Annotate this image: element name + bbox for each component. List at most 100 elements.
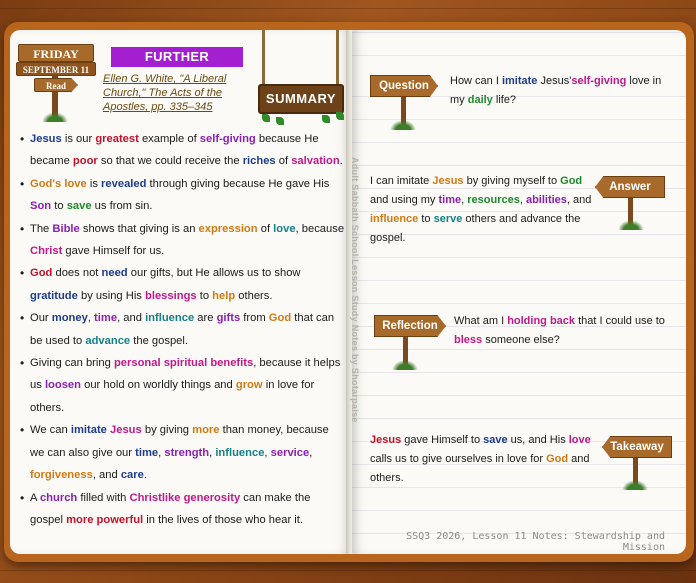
- text-segment: by giving myself to: [463, 175, 561, 187]
- text-segment: , because: [295, 222, 345, 235]
- highlighted-keyword: God's love: [30, 177, 87, 190]
- highlighted-keyword: gifts: [216, 312, 241, 325]
- highlighted-keyword: Christlike generosity: [129, 491, 241, 504]
- highlighted-keyword: need: [101, 267, 128, 280]
- day-sign: FRIDAY: [18, 44, 94, 62]
- text-segment: Giving can bring: [30, 357, 114, 370]
- answer-sign: Answer: [595, 176, 665, 198]
- highlighted-keyword: self-giving: [571, 75, 627, 87]
- highlighted-keyword: imitate: [70, 424, 107, 437]
- answer-text: I can imitate Jesus by giving myself to …: [370, 172, 592, 248]
- highlighted-keyword: help: [212, 289, 236, 302]
- text-segment: We can: [30, 424, 71, 437]
- summary-bullet: We can imitate Jesus by giving more than…: [20, 419, 346, 486]
- text-segment: life?: [492, 94, 517, 106]
- highlighted-keyword: love: [273, 222, 296, 235]
- takeaway-text: Jesus gave Himself to save us, and His l…: [370, 431, 598, 488]
- grass-decoration: [392, 360, 418, 370]
- leaf-icon: [322, 115, 330, 123]
- highlighted-keyword: church: [39, 491, 78, 504]
- highlighted-keyword: loosen: [44, 379, 81, 392]
- text-segment: is our: [61, 133, 96, 145]
- text-segment: the gospel.: [130, 334, 188, 347]
- reflection-sign: Reflection: [374, 315, 446, 337]
- text-segment: and using my: [370, 194, 439, 206]
- summary-bullet: God does not need our gifts, but He allo…: [20, 262, 346, 307]
- text-segment: , and: [92, 469, 121, 482]
- highlighted-keyword: Bible: [52, 222, 80, 235]
- date-sign: SEPTEMBER 11: [16, 62, 96, 76]
- highlighted-keyword: self-giving: [199, 133, 256, 145]
- text-segment: are: [194, 312, 217, 325]
- summary-bullet: The Bible shows that giving is an expres…: [20, 218, 346, 263]
- text-segment: .: [143, 469, 147, 482]
- question-sign: Question: [370, 75, 438, 97]
- text-segment: What am I: [454, 315, 508, 327]
- text-segment: us from sin.: [91, 200, 153, 213]
- further-thought-badge: FURTHER THOUGHT: [111, 47, 243, 84]
- lesson-footer: SSQ3 2026, Lesson 11 Notes: Stewardship …: [406, 531, 665, 553]
- summary-bullet-list: Jesus is our greatest example of self-gi…: [20, 128, 346, 531]
- highlighted-keyword: holding back: [507, 315, 576, 327]
- highlighted-keyword: Christ: [30, 245, 63, 258]
- text-segment: Jesus': [537, 75, 572, 87]
- highlighted-keyword: blessings: [145, 289, 197, 302]
- grass-decoration: [390, 120, 416, 130]
- text-segment: that I could use to: [575, 315, 665, 327]
- highlighted-keyword: Jesus: [110, 424, 142, 437]
- highlighted-keyword: Jesus: [370, 434, 402, 446]
- text-segment: A: [30, 491, 40, 504]
- highlighted-keyword: salvation: [291, 155, 340, 168]
- text-segment: How can I: [450, 75, 502, 87]
- text-segment: to: [196, 289, 213, 302]
- highlighted-keyword: forgiveness: [30, 469, 93, 482]
- text-segment: I can imitate: [370, 175, 433, 187]
- highlighted-keyword: love: [568, 434, 591, 446]
- highlighted-keyword: abilities: [525, 194, 567, 206]
- read-sign: Read: [34, 78, 78, 92]
- highlighted-keyword: advance: [85, 334, 131, 347]
- text-segment: , and: [566, 194, 592, 206]
- text-segment: does not: [52, 267, 102, 280]
- vertical-credit-text: Adult Sabbath School Lesson Study Notes …: [350, 157, 360, 423]
- text-segment: someone else?: [482, 334, 560, 346]
- text-segment: gave Himself for us.: [62, 245, 165, 258]
- text-segment: others.: [235, 289, 273, 302]
- summary-bullet: A church filled with Christlike generosi…: [20, 487, 346, 532]
- summary-bullet: God's love is revealed through giving be…: [20, 173, 346, 218]
- highlighted-keyword: riches: [242, 155, 276, 168]
- highlighted-keyword: greatest: [95, 133, 139, 145]
- leaf-icon: [262, 114, 270, 122]
- text-segment: us, and His: [507, 434, 569, 446]
- text-segment: ,: [309, 446, 313, 459]
- reflection-text: What am I holding back that I could use …: [454, 312, 669, 350]
- text-segment: our hold on worldly things and: [81, 379, 236, 392]
- highlighted-keyword: serve: [433, 213, 463, 225]
- leaf-icon: [276, 117, 284, 125]
- text-segment: of: [257, 222, 274, 235]
- text-segment: through giving because He gave His: [146, 177, 330, 190]
- text-segment: shows that giving is an: [79, 222, 199, 235]
- highlighted-keyword: care: [120, 469, 144, 482]
- question-text: How can I imitate Jesus'self-giving love…: [450, 72, 670, 110]
- highlighted-keyword: poor: [72, 155, 98, 168]
- highlighted-keyword: time: [135, 446, 159, 459]
- highlighted-keyword: personal spiritual benefits: [113, 357, 254, 370]
- text-segment: example of: [138, 133, 200, 145]
- highlighted-keyword: God: [546, 453, 569, 465]
- text-segment: , and: [117, 312, 146, 325]
- text-segment: by giving: [141, 424, 193, 437]
- highlighted-keyword: save: [66, 200, 92, 213]
- grass-decoration: [622, 480, 648, 490]
- text-segment: gave Himself to: [401, 434, 484, 446]
- text-segment: in the lives of those who hear it.: [143, 513, 303, 526]
- highlighted-keyword: Jesus: [30, 133, 62, 145]
- summary-bullet: Giving can bring personal spiritual bene…: [20, 352, 346, 419]
- summary-bullet: Jesus is our greatest example of self-gi…: [20, 128, 346, 173]
- highlighted-keyword: save: [483, 434, 508, 446]
- summary-sign: SUMMARY: [258, 84, 344, 114]
- text-segment: of: [275, 155, 292, 168]
- reading-reference-link[interactable]: Ellen G. White, "A Liberal Church," The …: [103, 72, 253, 114]
- highlighted-keyword: service: [270, 446, 310, 459]
- text-segment: .: [339, 155, 343, 168]
